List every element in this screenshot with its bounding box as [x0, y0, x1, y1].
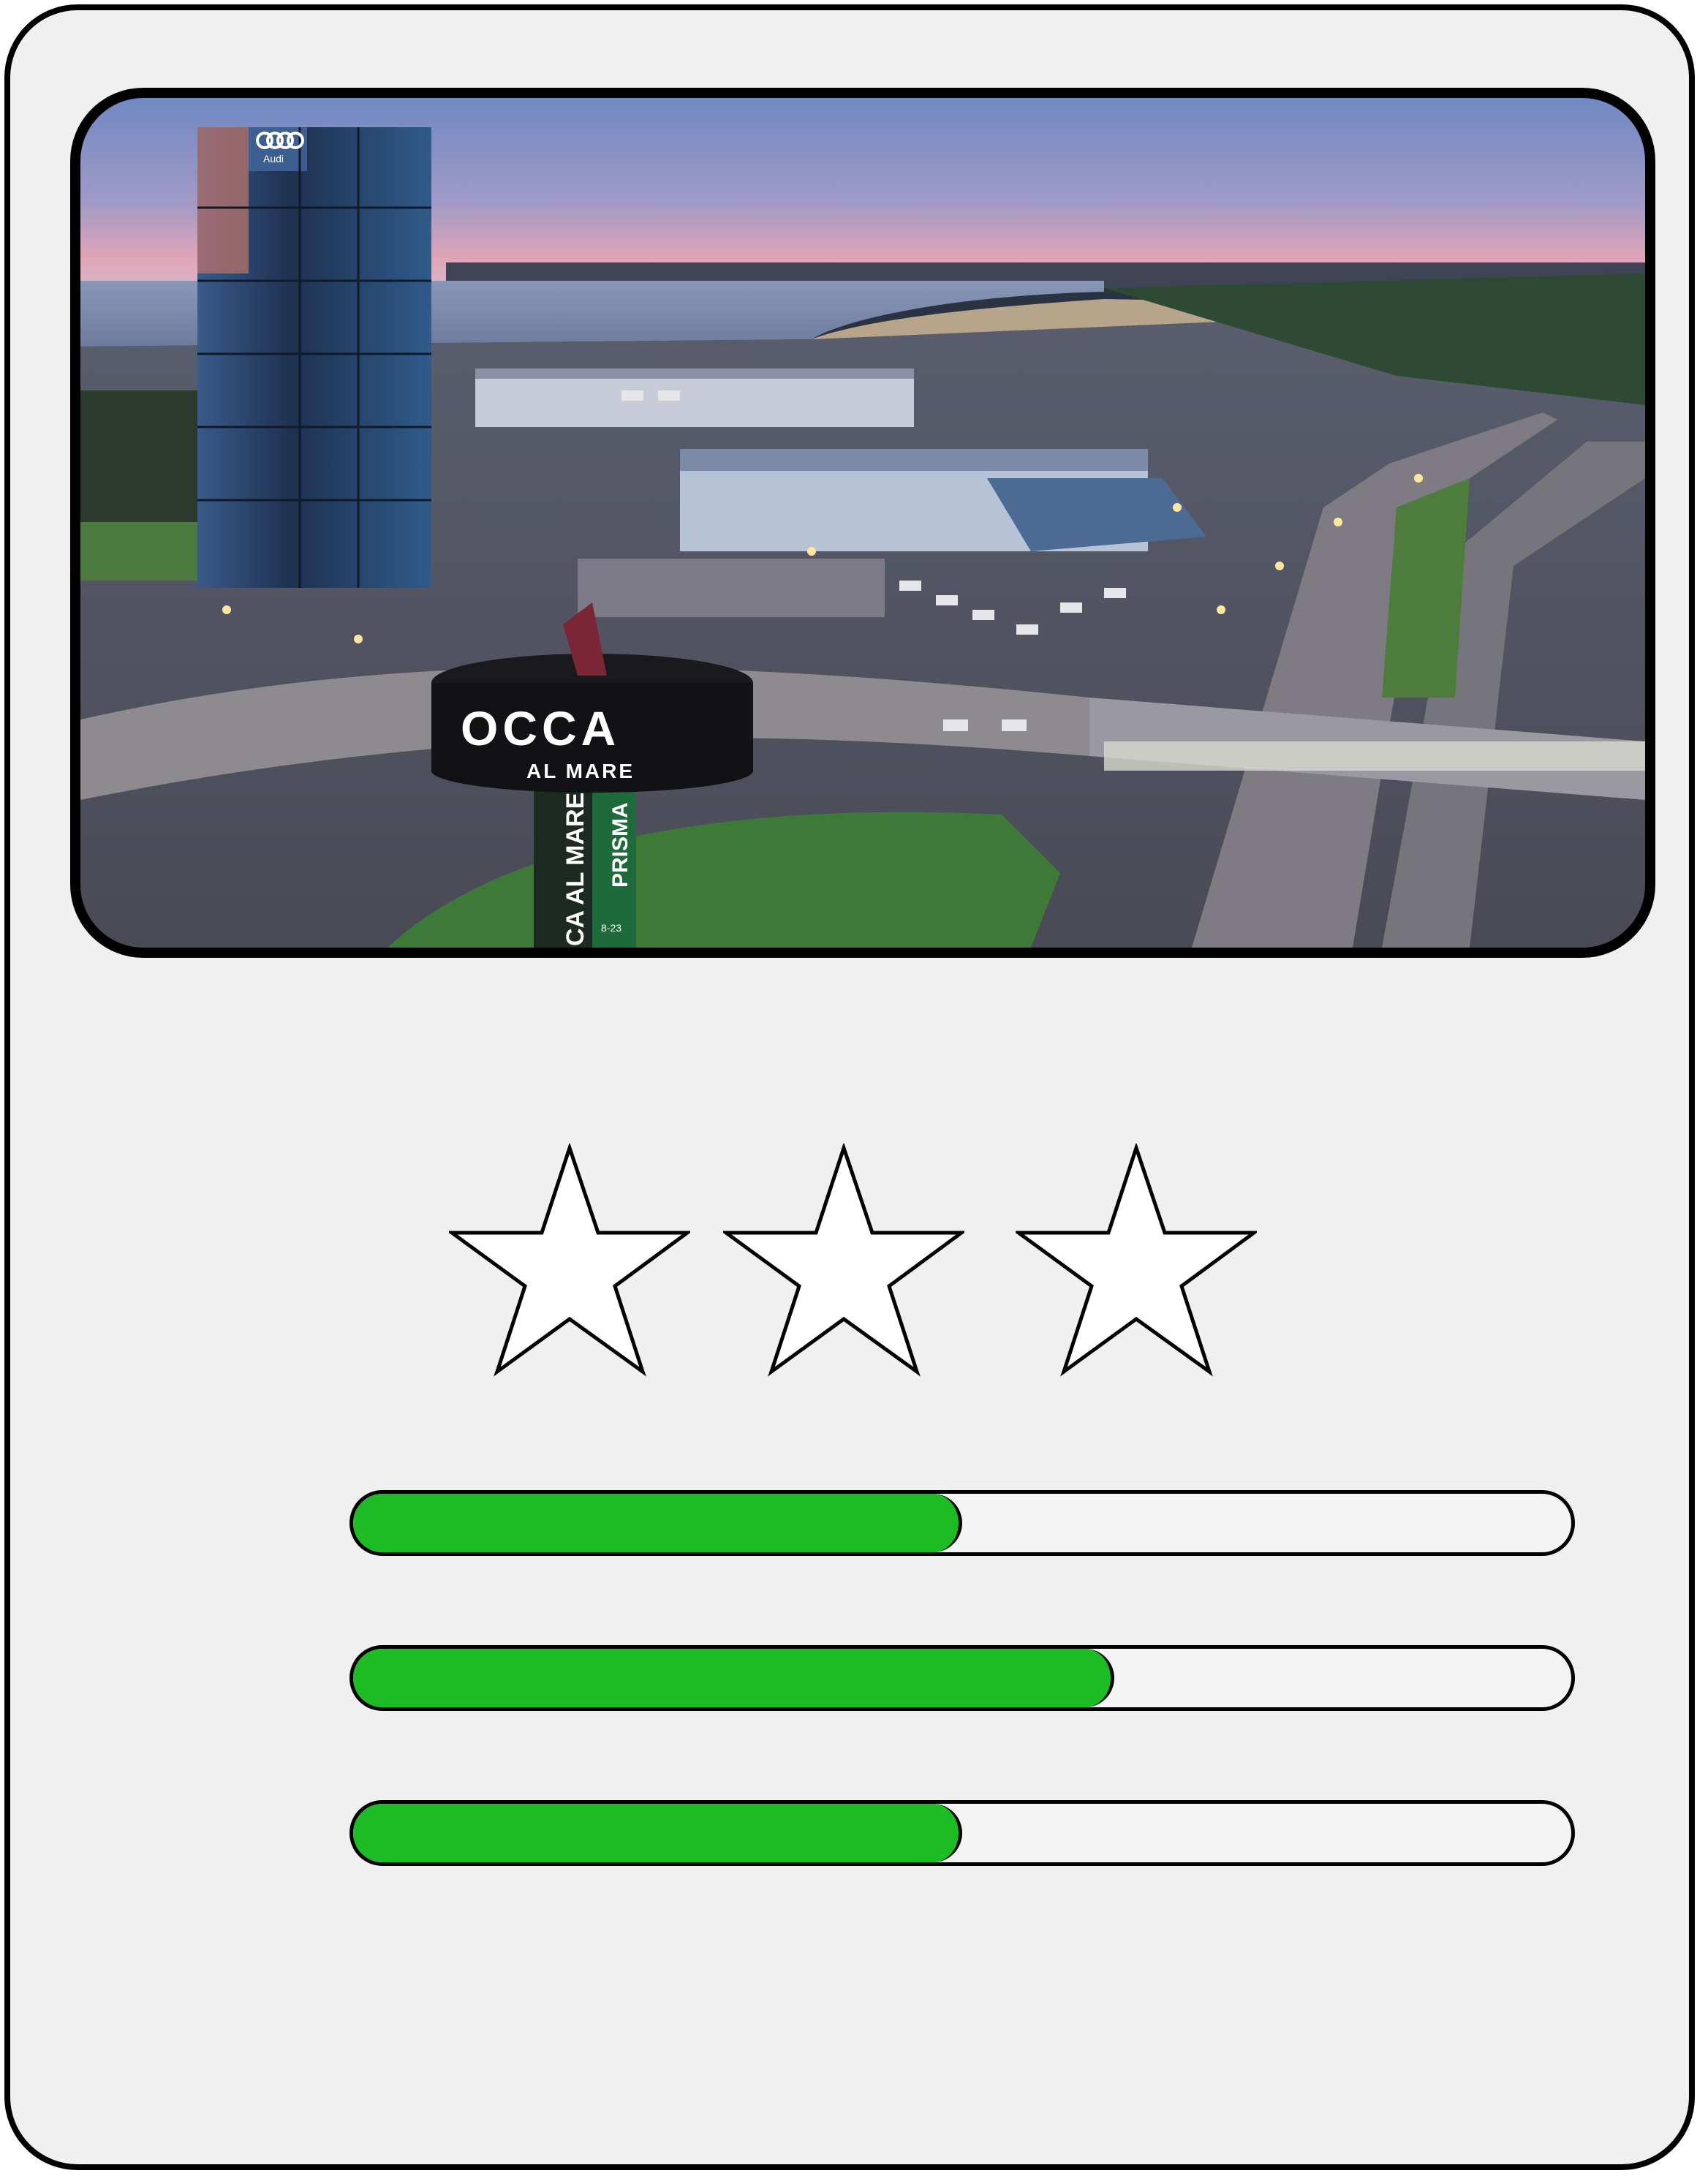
svg-text:AL MARE: AL MARE [526, 760, 635, 782]
star-outline-icon [1016, 1144, 1257, 1377]
svg-text:Audi: Audi [263, 153, 284, 165]
rating-star-2[interactable] [723, 1144, 964, 1378]
rating-card: Audi CA AL MARE PRISMA 8-23 OCCA AL MARE [4, 4, 1695, 2170]
progress-bar-fill [353, 1804, 962, 1862]
rating-star-3[interactable] [1016, 1144, 1257, 1378]
progress-bar-fill [353, 1494, 962, 1552]
star-outline-icon [723, 1144, 964, 1377]
svg-text:OCCA: OCCA [461, 701, 620, 755]
progress-bar-2 [349, 1645, 1575, 1711]
svg-text:8-23: 8-23 [601, 922, 621, 934]
svg-text:PRISMA: PRISMA [608, 802, 632, 888]
city-photo: Audi CA AL MARE PRISMA 8-23 OCCA AL MARE [70, 88, 1655, 958]
star-outline-icon [449, 1144, 690, 1377]
city-aerial-photo: Audi CA AL MARE PRISMA 8-23 OCCA AL MARE [80, 98, 1645, 948]
progress-bar-fill [353, 1649, 1115, 1707]
rating-star-1[interactable] [449, 1144, 690, 1378]
svg-text:CA AL MARE: CA AL MARE [562, 793, 589, 946]
progress-bar-1 [349, 1490, 1575, 1556]
progress-bar-3 [349, 1800, 1575, 1866]
